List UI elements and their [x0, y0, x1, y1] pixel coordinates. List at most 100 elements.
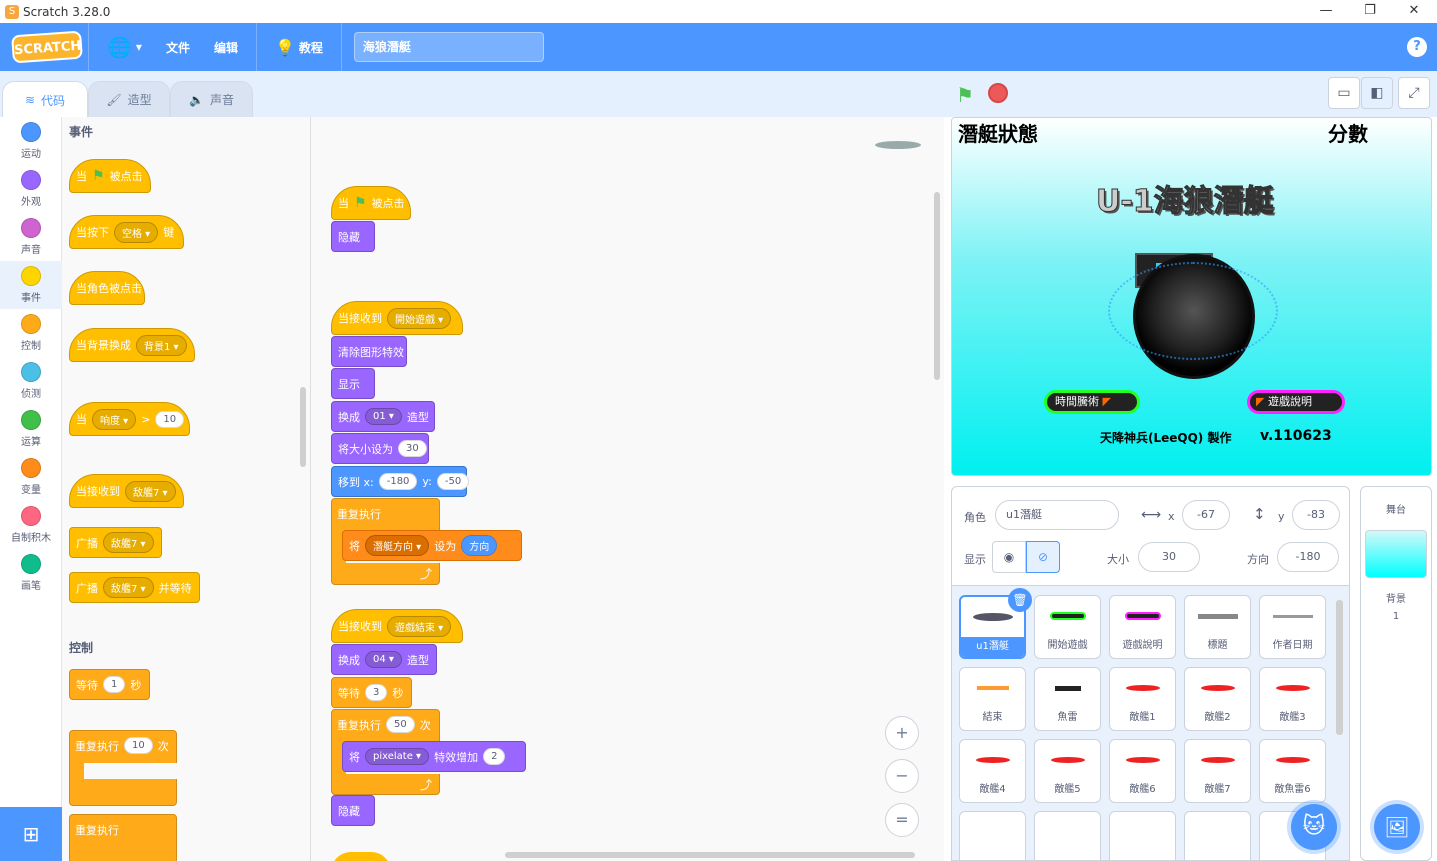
number-input[interactable]: 50 — [386, 716, 415, 733]
category-6[interactable]: 侦测 — [0, 357, 62, 405]
sprite-tile[interactable]: 敵艦1 — [1109, 667, 1176, 731]
costume-dropdown[interactable]: 01 — [365, 408, 402, 425]
number-input[interactable]: 10 — [124, 737, 153, 754]
normal-stage-button[interactable]: ◧ — [1361, 77, 1393, 109]
number-input[interactable]: -50 — [436, 473, 470, 490]
add-backdrop-button[interactable]: 🖼 — [1374, 804, 1420, 850]
zoom-out-button[interactable]: − — [885, 759, 919, 793]
tab-sounds[interactable]: 🔈 声音 — [170, 81, 253, 117]
fullscreen-button[interactable]: ⤢ — [1398, 77, 1430, 109]
minimize-button[interactable]: — — [1306, 0, 1346, 23]
switch-costume-block[interactable]: 换成 04 造型 — [331, 644, 437, 675]
number-input[interactable]: 2 — [483, 748, 506, 765]
number-input[interactable]: 10 — [155, 410, 185, 428]
number-input[interactable]: 3 — [365, 684, 388, 701]
category-4[interactable]: 事件 — [0, 261, 62, 309]
rules-button[interactable]: ◤ 遊戲說明 — [1247, 390, 1345, 414]
when-key-pressed-block[interactable]: 当按下空格键 — [69, 215, 184, 249]
key-dropdown[interactable]: 空格 — [114, 221, 159, 243]
when-receive-block[interactable]: 当接收到 開始遊戲 — [331, 301, 463, 335]
language-menu[interactable]: 🌐 ▾ — [95, 35, 154, 59]
hide-block[interactable]: 隐藏 — [331, 795, 375, 826]
category-10[interactable]: 画笔 — [0, 549, 62, 597]
workspace-vertical-scrollbar[interactable] — [934, 192, 940, 380]
zoom-reset-button[interactable]: = — [885, 803, 919, 837]
direction-reporter[interactable]: 方向 — [461, 535, 498, 556]
category-7[interactable]: 运算 — [0, 405, 62, 453]
wait-block[interactable]: 等待 1 秒 — [69, 669, 150, 700]
when-sprite-clicked-block[interactable]: 当角色被点击 — [69, 271, 145, 305]
small-stage-button[interactable]: ▭ — [1328, 77, 1360, 109]
when-receive-block[interactable]: 当接收到 遊戲結束 — [331, 609, 463, 643]
sprite-tile[interactable]: 敵艦2 — [1184, 667, 1251, 731]
stage-canvas[interactable]: 潛艇狀態 分數 U-1海狼潛艇 時間騰術 ◤ ◤ 遊戲說明 天降神兵(LeeQQ… — [951, 117, 1432, 476]
green-flag-icon[interactable]: ⚑ — [956, 83, 974, 107]
category-1[interactable]: 运动 — [0, 117, 62, 165]
wait-block[interactable]: 等待 3 秒 — [331, 677, 412, 708]
help-icon[interactable]: ? — [1407, 37, 1427, 57]
hide-sprite-button[interactable]: ⊘ — [1026, 541, 1060, 573]
direction-input[interactable]: -180 — [1277, 542, 1339, 572]
set-size-block[interactable]: 将大小设为 30 — [331, 433, 429, 464]
sprite-tile[interactable]: 敵艦4 — [959, 739, 1026, 803]
when-backdrop-switches-block[interactable]: 当背景换成 背景1 — [69, 328, 195, 362]
sprite-tile[interactable] — [1184, 811, 1251, 860]
when-loudness-block[interactable]: 当响度 >10 — [69, 402, 190, 436]
project-title-input[interactable]: 海狼潛艇 — [353, 32, 544, 62]
backdrop-dropdown[interactable]: 背景1 — [136, 334, 187, 356]
delete-sprite-button[interactable]: 🗑 — [1008, 588, 1032, 612]
tutorials-menu[interactable]: 💡 教程 — [263, 38, 335, 57]
hide-block[interactable]: 隐藏 — [331, 221, 375, 252]
number-input[interactable]: 1 — [103, 676, 126, 693]
message-dropdown[interactable]: 開始遊戲 — [387, 307, 452, 329]
tab-code[interactable]: ≋ 代码 — [2, 81, 88, 118]
scratch-logo[interactable]: SCRATCH — [11, 30, 83, 64]
sprite-tile[interactable] — [959, 811, 1026, 860]
broadcast-block[interactable]: 广播 敌艦7 — [69, 527, 162, 558]
goto-xy-block[interactable]: 移到 x: -180 y: -50 — [331, 466, 470, 497]
set-variable-block[interactable]: 将潛艇方向设为方向 — [342, 530, 522, 561]
workspace-horizontal-scrollbar[interactable] — [505, 852, 915, 858]
palette-scrollbar[interactable] — [300, 387, 306, 467]
message-dropdown[interactable]: 敌艦7 — [103, 577, 154, 598]
number-input[interactable]: 30 — [398, 440, 427, 457]
sprite-tile[interactable]: 作者日期 — [1259, 595, 1326, 659]
switch-costume-block[interactable]: 换成 01 造型 — [331, 401, 435, 432]
maximize-button[interactable]: ❐ — [1350, 0, 1390, 23]
sprite-tile[interactable]: 結束 — [959, 667, 1026, 731]
y-input[interactable]: -83 — [1292, 500, 1340, 530]
when-receive-block[interactable]: 当接收到 敌艦7 — [69, 474, 184, 508]
sprite-tile[interactable]: 敵艦5 — [1034, 739, 1101, 803]
show-block[interactable]: 显示 — [331, 368, 375, 399]
broadcast-and-wait-block[interactable]: 广播敌艦7 并等待 — [69, 572, 200, 603]
sensor-dropdown[interactable]: 响度 — [92, 408, 137, 430]
file-menu[interactable]: 文件 — [154, 39, 202, 56]
script-workspace[interactable]: 当⚑被点击 隐藏 当接收到開始遊戲 清除图形特效 显示 换成01造型 将大小设为… — [311, 117, 944, 861]
message-dropdown[interactable]: 敌艦7 — [103, 532, 154, 553]
clear-effects-block[interactable]: 清除图形特效 — [331, 336, 407, 367]
message-dropdown[interactable]: 遊戲結束 — [387, 615, 452, 637]
x-input[interactable]: -67 — [1182, 500, 1230, 530]
category-5[interactable]: 控制 — [0, 309, 62, 357]
sprite-tile[interactable]: 開始遊戲 — [1034, 595, 1101, 659]
partial-hat-block[interactable] — [331, 852, 391, 861]
costume-dropdown[interactable]: 04 — [365, 651, 402, 668]
sprite-tile[interactable] — [1109, 811, 1176, 860]
change-effect-block[interactable]: 将 pixelate 特效增加 2 — [342, 741, 526, 772]
zoom-in-button[interactable]: + — [885, 716, 919, 750]
sprite-tile[interactable]: 敵艦6 — [1109, 739, 1176, 803]
show-sprite-button[interactable]: ◉ — [992, 541, 1026, 573]
howto-button[interactable]: 時間騰術 ◤ — [1044, 390, 1140, 414]
sprite-name-input[interactable]: u1潛艇 — [995, 500, 1119, 530]
size-input[interactable]: 30 — [1138, 542, 1200, 572]
category-8[interactable]: 变量 — [0, 453, 62, 501]
sprite-tile[interactable]: 敵魚雷6 — [1259, 739, 1326, 803]
when-flag-clicked-block[interactable]: 当 ⚑ 被点击 — [69, 159, 151, 193]
stop-icon[interactable] — [988, 83, 1008, 103]
category-3[interactable]: 声音 — [0, 213, 62, 261]
variable-dropdown[interactable]: 潛艇方向 — [365, 535, 430, 556]
category-2[interactable]: 外观 — [0, 165, 62, 213]
message-dropdown[interactable]: 敌艦7 — [125, 480, 176, 502]
tab-costumes[interactable]: 🖌 造型 — [88, 81, 170, 117]
sprite-tile[interactable]: 標題 — [1184, 595, 1251, 659]
